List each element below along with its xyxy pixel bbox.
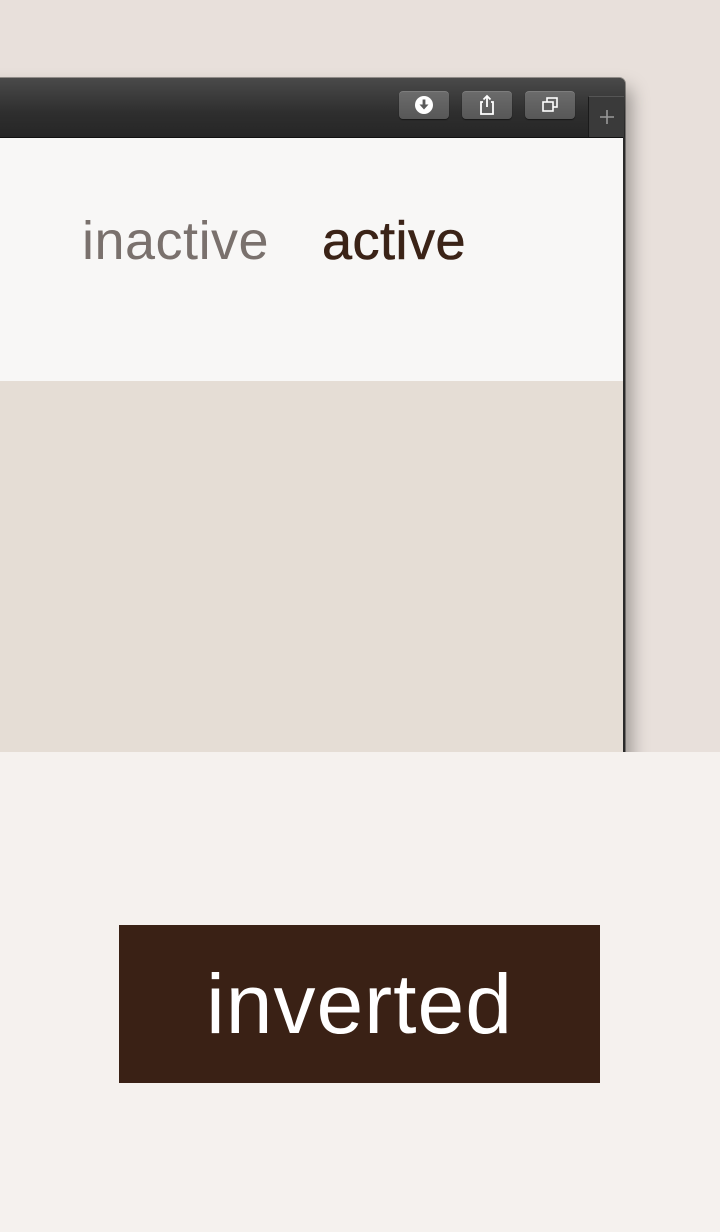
browser-toolbar [0,78,625,138]
nav-item-inactive[interactable]: inactive [82,210,269,272]
download-icon [415,96,433,114]
inverted-nav-item[interactable]: inverted [119,925,600,1083]
download-button[interactable] [399,91,449,119]
page-content [0,381,623,752]
browser-window: inactive active [0,78,625,752]
window-edge [623,137,625,752]
share-button[interactable] [462,91,512,119]
nav-item-active[interactable]: active [322,210,466,272]
new-tab-button[interactable] [588,96,624,137]
backdrop: inactive active [0,0,720,752]
plus-icon [599,110,614,124]
tabs-overview-icon [542,97,558,112]
tabs-overview-button[interactable] [525,91,575,119]
inverted-label: inverted [206,957,513,1051]
navigation-bar: inactive active [0,138,623,381]
share-icon [480,94,494,115]
